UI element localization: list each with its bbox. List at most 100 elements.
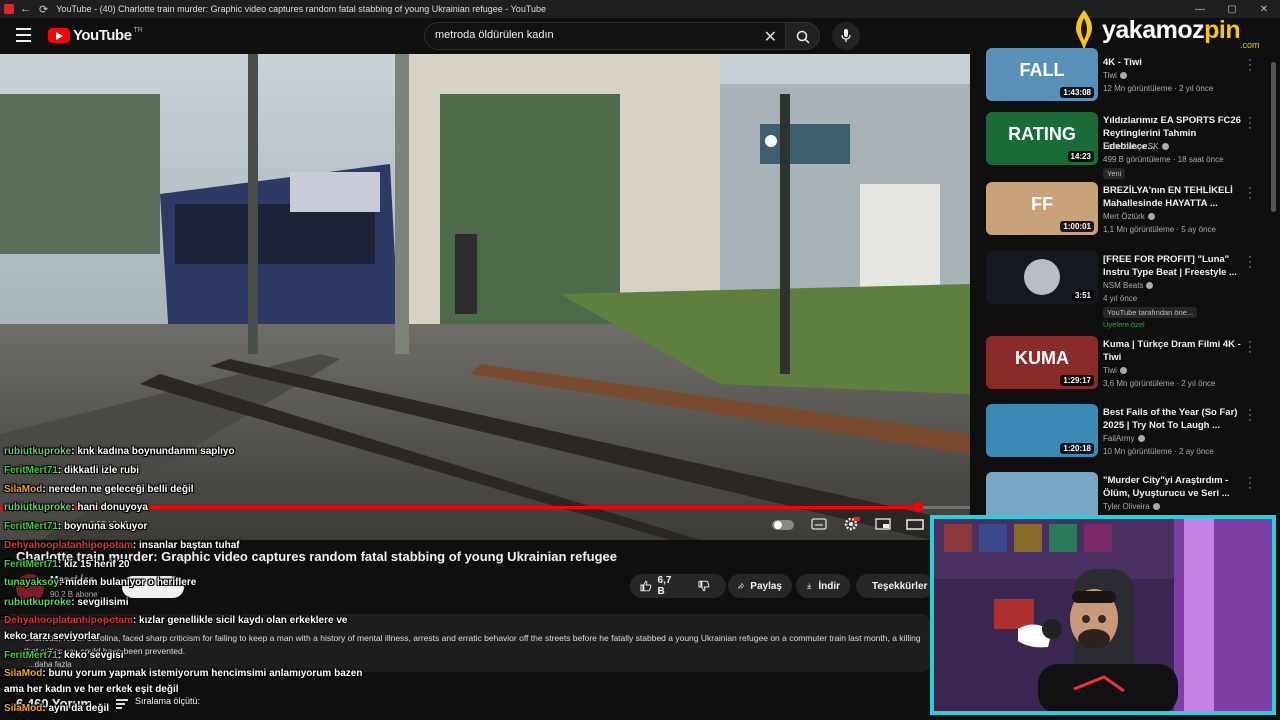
channel-name-text: FailArmy — [1103, 434, 1135, 443]
theater-mode-icon[interactable] — [906, 516, 924, 532]
channel-name-text: Tiwi — [1103, 71, 1117, 80]
thumbs-up-icon[interactable] — [640, 580, 652, 592]
moon-image — [1024, 259, 1060, 295]
promoted-label: YouTube tarafından öne... — [1103, 307, 1198, 318]
subtitles-icon[interactable] — [810, 516, 828, 532]
video-thumbnail[interactable]: 1:20:18 — [986, 404, 1098, 457]
related-video-title[interactable]: 4K - Tiwi — [1103, 56, 1243, 69]
verified-icon — [1152, 503, 1160, 510]
title-line: BREZİLYA'nın EN TEHLİKELİ — [1103, 185, 1233, 196]
chat-username: tunayaksoy — [4, 577, 60, 588]
related-video-item[interactable]: KUMA 1:29:17 Kuma | Türkçe Dram Filmi 4K -… — [986, 336, 1266, 400]
related-video-title[interactable]: Kuma | Türkçe Dram Filmi 4K - Tiwi — [1103, 338, 1243, 364]
watermark-text: yakamozpin — [1102, 16, 1241, 45]
share-button[interactable]: Paylaş — [728, 574, 792, 598]
download-icon — [807, 583, 812, 589]
voice-search-button[interactable] — [832, 22, 860, 50]
search-button[interactable] — [786, 22, 820, 50]
related-video-title[interactable]: BREZİLYA'nın EN TEHLİKELİ Mahallesinde HA… — [1103, 184, 1243, 210]
thanks-button[interactable]: $ Teşekkürler — [856, 574, 934, 598]
reload-icon[interactable]: ⟳ — [39, 3, 48, 16]
chat-username: FeritMert71 — [4, 650, 58, 661]
verified-icon — [1119, 367, 1127, 374]
youtube-logo[interactable]: YouTube TR — [48, 27, 143, 44]
video-thumbnail[interactable]: KUMA 1:29:17 — [986, 336, 1098, 389]
chat-username: rubiutkuproke — [4, 446, 72, 457]
related-video-channel[interactable]: FailArmy — [1103, 434, 1145, 443]
sort-by-label[interactable]: Sıralama ölçütü: — [135, 696, 200, 706]
video-duration: 1:29:17 — [1060, 375, 1094, 386]
related-video-item[interactable]: 3:51 [FREE FOR PROFIT] "Luna" Instru Type … — [986, 251, 1266, 329]
back-arrow-icon[interactable]: ← — [20, 3, 31, 15]
new-badge: Yeni — [1103, 168, 1126, 179]
chat-text: ama her kadın ve her erkek eşit değil — [4, 684, 179, 695]
chat-username: SilaMod — [4, 668, 43, 679]
more-options-icon[interactable]: · · · — [1246, 55, 1254, 76]
chat-text: : hani donuyoya — [71, 502, 148, 513]
more-options-icon[interactable]: · · · — [1246, 337, 1254, 358]
video-thumbnail[interactable]: FALL 1:43:08 — [986, 48, 1098, 101]
related-video-channel[interactable]: Tiwi — [1103, 366, 1127, 375]
watermark-suffix: .com — [1240, 40, 1260, 50]
chat-username: SilaMod — [4, 484, 43, 495]
youtube-play-icon — [48, 28, 70, 43]
progress-scrubber[interactable] — [912, 502, 923, 512]
more-options-icon[interactable]: · · · — [1246, 183, 1254, 204]
related-video-item[interactable]: 1:20:18 Best Fails of the Year (So Far) 20… — [986, 404, 1266, 468]
related-video-item[interactable]: RATING 14:23 Yıldızlarımız EA SPORTS FC26 R… — [986, 112, 1266, 179]
clear-search-icon[interactable]: ✕ — [764, 27, 777, 47]
verified-icon — [1146, 282, 1154, 289]
related-video-item[interactable]: FALL 1:43:08 4K - Tiwi Tiwi 12 Mn görüntülem… — [986, 48, 1266, 118]
chat-username: rubiutkuproke — [4, 502, 72, 513]
watermark-main: yakamoz — [1102, 16, 1205, 44]
chat-text: : dikkatli izle rubi — [57, 465, 140, 476]
like-count[interactable]: 6,7 B — [658, 575, 681, 597]
related-video-title[interactable]: "Murder City"yi Araştırdım - Ölüm, Uyuştu… — [1103, 474, 1243, 500]
related-video-meta: 1,1 Mn görüntüleme · 5 ay önce — [1103, 225, 1216, 234]
thumbnail-text: KUMA — [1015, 348, 1069, 368]
watermark-logo: yakamozpin .com — [1070, 10, 1275, 52]
related-video-title[interactable]: [FREE FOR PROFIT] "Luna" Instru Type Beat… — [1103, 253, 1243, 279]
download-button[interactable]: İndir — [796, 574, 850, 598]
hamburger-menu-icon[interactable] — [16, 28, 31, 42]
related-video-channel[interactable]: Fenerbahçe SK — [1103, 142, 1169, 151]
chat-message: SilaMod: aynı da değil — [4, 703, 109, 714]
share-icon — [738, 582, 745, 589]
search-input[interactable] — [435, 29, 755, 41]
video-player[interactable]: 0:53 / 0:56 — [0, 54, 970, 540]
video-frame — [0, 54, 970, 540]
flame-logo-icon — [1076, 10, 1092, 50]
related-video-channel[interactable]: Tyler Oliveira — [1103, 502, 1160, 511]
channel-name-text: Fenerbahçe SK — [1103, 142, 1159, 151]
thumbs-down-icon[interactable] — [698, 580, 710, 592]
window-title: YouTube - (40) Charlotte train murder: G… — [56, 4, 547, 14]
chat-message: rubiutkuproke: knk kadına boynundanmı sa… — [4, 446, 235, 457]
more-options-icon[interactable]: · · · — [1246, 113, 1254, 134]
channel-name-text: Mert Öztürk — [1103, 212, 1145, 221]
video-thumbnail[interactable]: 3:51 — [986, 251, 1098, 304]
related-video-title[interactable]: Best Fails of the Year (So Far) 2025 | Tr… — [1103, 406, 1243, 432]
related-video-channel[interactable]: Mert Öztürk — [1103, 212, 1155, 221]
miniplayer-icon[interactable] — [874, 516, 892, 532]
more-options-icon[interactable]: · · · — [1246, 405, 1254, 426]
more-options-icon[interactable]: · · · — [1246, 252, 1254, 273]
sidebar-scrollbar[interactable] — [1271, 62, 1276, 212]
more-options-icon[interactable]: · · · — [1246, 473, 1254, 494]
related-video-item[interactable]: FF 1:00:01 BREZİLYA'nın EN TEHLİKELİ Mahall… — [986, 182, 1266, 246]
chat-message: tunayaksoy: midem bulanıyor o heriflere — [4, 577, 196, 588]
video-thumbnail[interactable]: FF 1:00:01 — [986, 182, 1098, 235]
related-video-channel[interactable]: NSM Beats — [1103, 281, 1154, 290]
title-line: Instru Type Beat | Freestyle ... — [1103, 267, 1237, 278]
video-thumbnail[interactable]: RATING 14:23 — [986, 112, 1098, 165]
sort-icon[interactable] — [116, 699, 128, 709]
related-video-meta: 12 Mn görüntüleme · 2 yıl önce — [1103, 84, 1214, 93]
chat-text: : keko sevgisi — [57, 650, 124, 661]
related-video-channel[interactable]: Tiwi — [1103, 71, 1127, 80]
chat-message: Dehyahooplatanhipopotam: insanlar baştan… — [4, 540, 240, 551]
chat-message: rubiutkuproke: sevgilisimi — [4, 597, 128, 608]
video-duration: 3:51 — [1071, 290, 1094, 301]
autoplay-toggle[interactable] — [772, 520, 794, 530]
settings-gear-icon[interactable] — [842, 516, 860, 532]
thumbnail-text: FF — [1031, 194, 1053, 214]
search-icon — [796, 30, 810, 44]
